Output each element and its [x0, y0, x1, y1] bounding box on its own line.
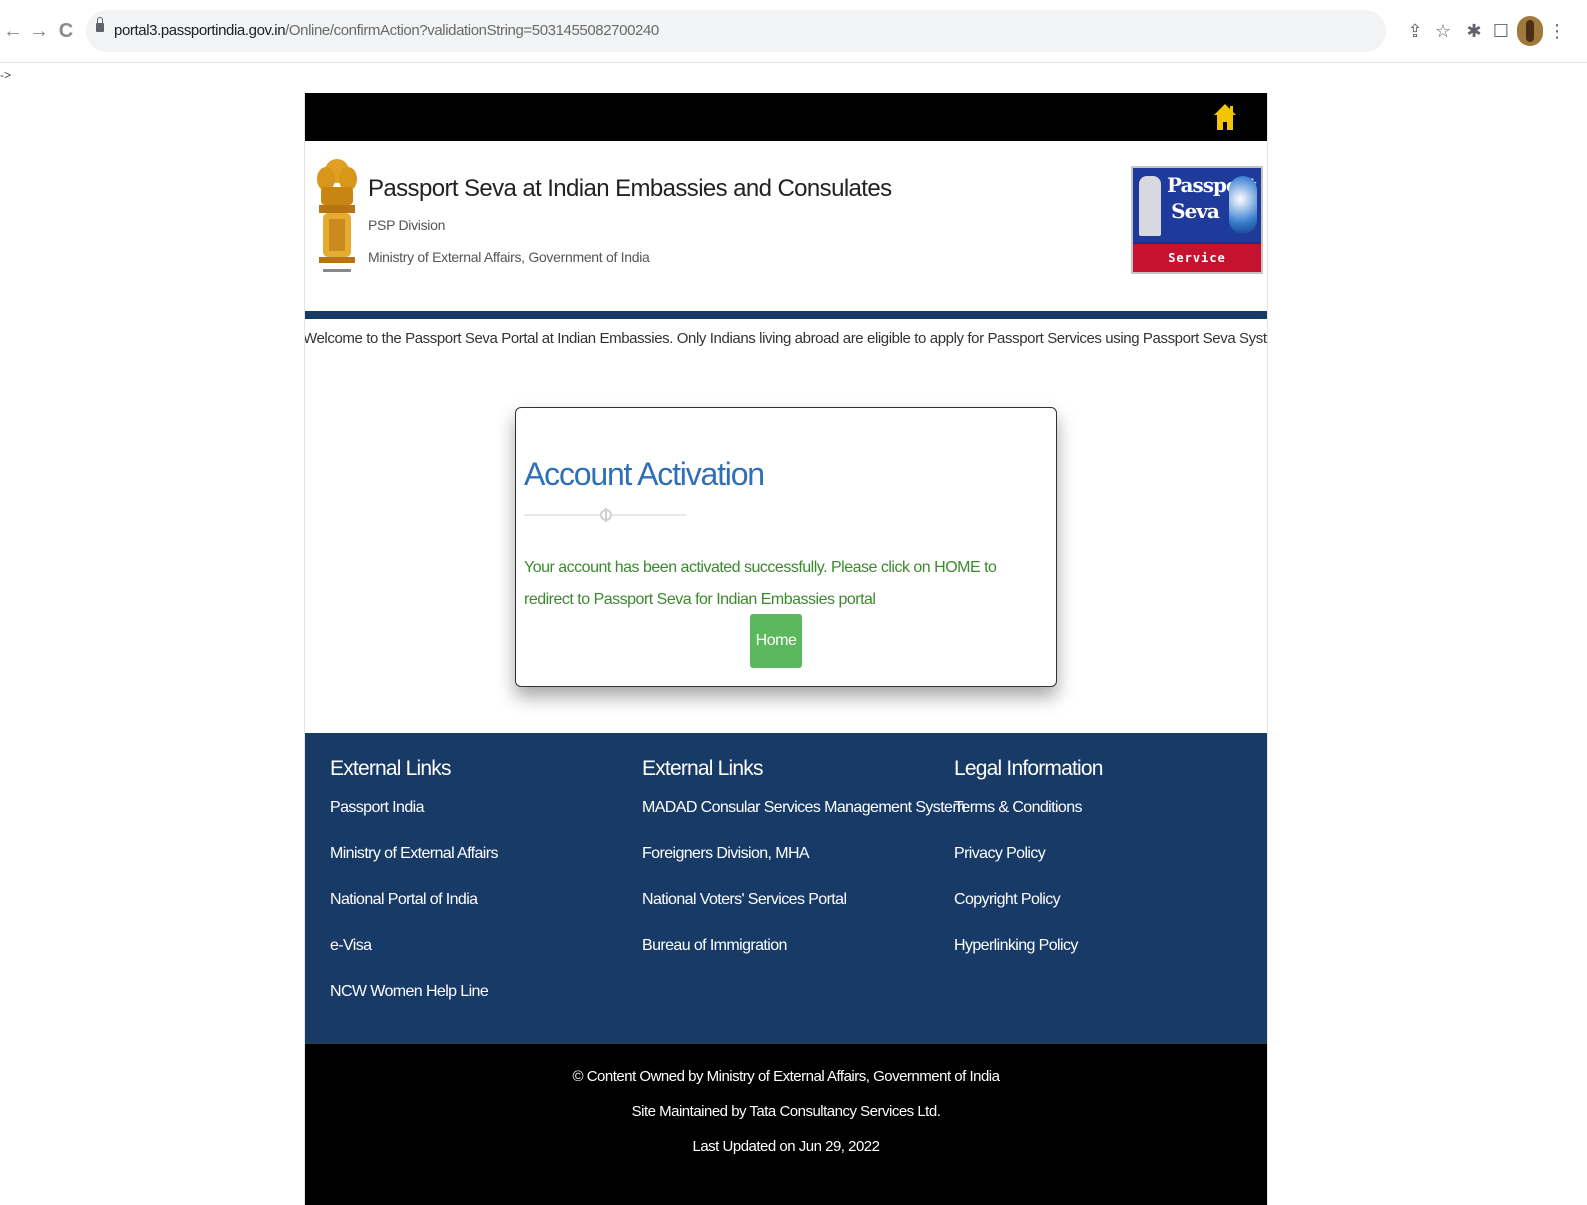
footer-link-mea[interactable]: Ministry of External Affairs	[330, 845, 498, 891]
activation-card: Account Activation Your account has been…	[515, 407, 1057, 687]
activation-title: Account Activation	[524, 456, 765, 492]
division-label: PSP Division	[368, 217, 446, 233]
logo-emblem-icon	[1139, 176, 1161, 236]
footer-link-national-portal[interactable]: National Portal of India	[330, 891, 498, 937]
back-arrow-icon[interactable]: ←	[2, 18, 24, 44]
site-title: Passport Seva at Indian Embassies and Co…	[368, 175, 892, 202]
url-host: portal3.passportindia.gov.in	[114, 22, 286, 39]
url-path: /Online/confirmAction?validationString=5…	[285, 22, 659, 39]
logo-top-band: Passport Seva	[1133, 168, 1261, 242]
footer-heading: Legal Information	[954, 757, 1103, 780]
passport-seva-logo: Passport Seva Service Excellence	[1131, 166, 1263, 293]
header-divider	[305, 311, 1267, 319]
logo-tagline: Service Excellence	[1155, 251, 1239, 293]
welcome-marquee: Welcome to the Passport Seva Portal at I…	[305, 321, 1267, 359]
profile-avatar[interactable]	[1517, 16, 1543, 46]
footer-link-terms[interactable]: Terms & Conditions	[954, 799, 1103, 845]
logo-line1: Passport	[1167, 173, 1257, 197]
top-bar	[305, 93, 1267, 141]
lock-icon[interactable]	[96, 17, 104, 32]
extensions-icon[interactable]: ✱	[1463, 20, 1485, 42]
home-button[interactable]: Home	[750, 614, 802, 668]
footer-links: External Links Passport India Ministry o…	[305, 733, 1267, 1043]
footer-link-voters-portal[interactable]: National Voters' Services Portal	[642, 891, 965, 937]
footer-heading: External Links	[642, 757, 764, 780]
footer-bottom: © Content Owned by Ministry of External …	[305, 1043, 1267, 1205]
share-icon[interactable]: ⇪	[1404, 20, 1426, 42]
stray-text: ->	[0, 68, 12, 82]
copyright-text: © Content Owned by Ministry of External …	[572, 1068, 1001, 1085]
side-panel-icon[interactable]: ☐	[1490, 20, 1512, 42]
footer-link-foreigners-division[interactable]: Foreigners Division, MHA	[642, 845, 965, 891]
maintained-text: Site Maintained by Tata Consultancy Serv…	[631, 1103, 941, 1120]
footer-link-evisa[interactable]: e-Visa	[330, 937, 498, 983]
activation-message: Your account has been activated successf…	[524, 559, 997, 608]
last-updated-text: Last Updated on Jun 29, 2022	[692, 1138, 881, 1155]
footer-link-bureau-immigration[interactable]: Bureau of Immigration	[642, 937, 965, 983]
footer-heading: External Links	[330, 757, 452, 780]
ministry-label: Ministry of External Affairs, Government…	[368, 249, 650, 265]
browser-toolbar: ← → C portal3.passportindia.gov.in/Onlin…	[0, 0, 1587, 63]
title-divider-ornament	[524, 508, 686, 522]
menu-kebab-icon[interactable]: ⋮	[1548, 20, 1566, 42]
bookmark-star-icon[interactable]: ☆	[1432, 20, 1454, 42]
national-emblem-icon	[317, 159, 357, 272]
url-text[interactable]: portal3.passportindia.gov.in/Online/conf…	[114, 10, 659, 52]
logo-line2: Seva	[1171, 199, 1220, 223]
home-icon[interactable]	[1213, 103, 1237, 131]
logo-text: Passport Seva	[1167, 172, 1257, 224]
logo-globe-icon	[1229, 176, 1257, 234]
footer-link-ncw-helpline[interactable]: NCW Women Help Line	[330, 983, 498, 1029]
address-bar[interactable]: portal3.passportindia.gov.in/Online/conf…	[86, 10, 1386, 52]
logo-bottom-band: Service Excellence	[1133, 244, 1261, 293]
footer-column-external-links-2: External Links MADAD Consular Services M…	[642, 757, 966, 983]
site-header: Passport Seva at Indian Embassies and Co…	[305, 141, 1267, 305]
marquee-text: Welcome to the Passport Seva Portal at I…	[305, 330, 1267, 347]
forward-arrow-icon[interactable]: →	[28, 18, 50, 44]
reload-icon[interactable]: C	[55, 18, 77, 44]
footer-link-passport-india[interactable]: Passport India	[330, 799, 498, 845]
site-container: Passport Seva at Indian Embassies and Co…	[304, 93, 1268, 1205]
footer-column-external-links-1: External Links Passport India Ministry o…	[330, 757, 498, 1029]
footer-link-hyperlinking[interactable]: Hyperlinking Policy	[954, 937, 1103, 983]
footer-column-legal: Legal Information Terms & Conditions Pri…	[954, 757, 1103, 983]
footer-link-madad[interactable]: MADAD Consular Services Management Syste…	[642, 799, 966, 845]
page: ← → C portal3.passportindia.gov.in/Onlin…	[0, 0, 1587, 1205]
footer-link-privacy[interactable]: Privacy Policy	[954, 845, 1103, 891]
footer-link-copyright[interactable]: Copyright Policy	[954, 891, 1103, 937]
